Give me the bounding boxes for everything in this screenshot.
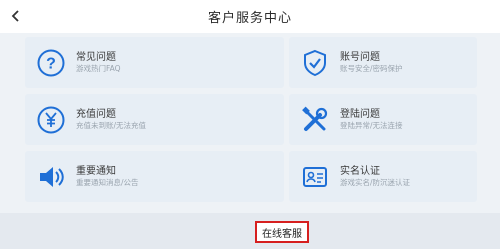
card-notice[interactable]: 重要通知 重要通知消息/公告 — [25, 151, 284, 202]
card-subtitle: 充值未到账/无法充值 — [76, 121, 147, 130]
card-account[interactable]: 账号问题 账号安全/密码保护 — [289, 37, 477, 88]
card-title: 登陆问题 — [340, 109, 380, 120]
card-login[interactable]: 登陆问题 登陆异常/无法连接 — [289, 94, 477, 145]
card-subtitle: 重要通知消息/公告 — [76, 178, 139, 187]
card-title: 重要通知 — [76, 166, 116, 177]
id-card-icon — [299, 161, 331, 193]
card-realname[interactable]: 实名认证 游戏实名/防沉迷认证 — [289, 151, 477, 202]
card-faq[interactable]: ? 常见问题 游戏热门FAQ — [25, 37, 284, 88]
question-icon: ? — [35, 47, 67, 79]
online-service-button[interactable]: 在线客服 — [255, 221, 309, 243]
card-title: 实名认证 — [340, 166, 380, 177]
speaker-icon — [35, 161, 67, 193]
back-arrow-icon — [11, 10, 19, 22]
card-title: 充值问题 — [76, 109, 116, 120]
tools-icon — [299, 104, 331, 136]
yen-icon — [35, 104, 67, 136]
footer-bar — [0, 213, 500, 249]
svg-text:?: ? — [46, 55, 56, 72]
card-subtitle: 登陆异常/无法连接 — [340, 121, 403, 130]
card-title: 账号问题 — [340, 52, 380, 63]
page-title: 客户服务中心 — [207, 11, 292, 26]
back-button[interactable] — [6, 6, 26, 26]
card-subtitle: 账号安全/密码保护 — [340, 64, 403, 73]
card-title: 常见问题 — [76, 52, 116, 63]
card-subtitle: 游戏热门FAQ — [76, 64, 121, 73]
card-subtitle: 游戏实名/防沉迷认证 — [340, 178, 411, 187]
service-grid: ? 常见问题 游戏热门FAQ 账号问题 账号安全/密码保护 充值问题 充值未到账… — [25, 37, 477, 202]
shield-check-icon — [299, 47, 331, 79]
header-bar: 客户服务中心 — [0, 0, 500, 33]
card-recharge[interactable]: 充值问题 充值未到账/无法充值 — [25, 94, 284, 145]
